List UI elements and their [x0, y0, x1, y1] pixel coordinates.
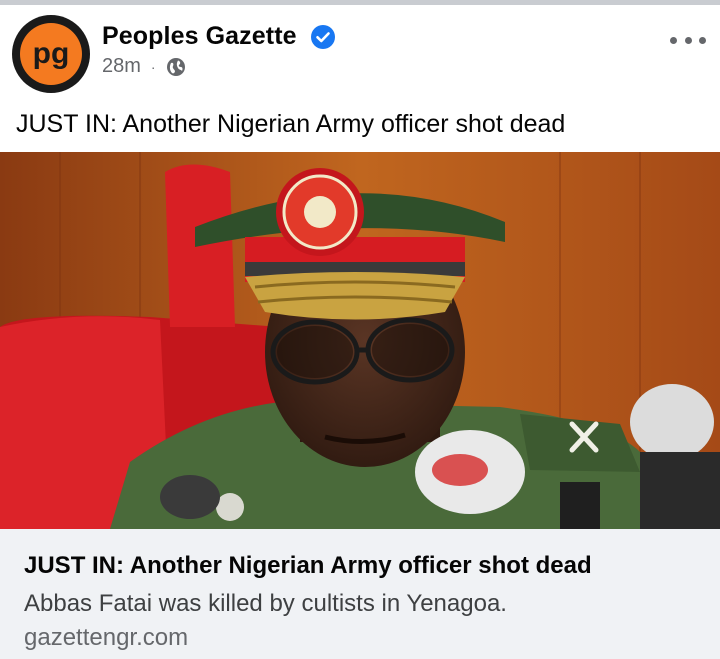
link-preview-description: Abbas Fatai was killed by cultists in Ye…	[24, 590, 507, 617]
timestamp-link[interactable]: 28m	[102, 55, 141, 78]
peoples-gazette-logo-icon: pg	[20, 23, 82, 85]
meta-separator: ·	[150, 58, 156, 75]
svg-text:pg: pg	[33, 37, 70, 70]
more-dot-icon	[684, 36, 692, 44]
more-options-button[interactable]	[670, 30, 706, 50]
link-preview-title[interactable]: JUST IN: Another Nigerian Army officer s…	[24, 552, 592, 580]
post-meta: 28m ·	[102, 55, 186, 78]
top-divider	[0, 0, 720, 5]
globe-icon[interactable]	[166, 57, 186, 77]
more-dot-icon	[670, 36, 677, 44]
link-preview-image[interactable]	[0, 152, 720, 529]
page-avatar[interactable]: pg	[12, 15, 90, 93]
more-dot-icon	[699, 36, 706, 44]
page-name-link[interactable]: Peoples Gazette	[102, 22, 297, 51]
verified-badge-icon	[311, 25, 335, 49]
post-caption: JUST IN: Another Nigerian Army officer s…	[16, 110, 566, 138]
link-preview-domain: gazettengr.com	[24, 624, 189, 651]
